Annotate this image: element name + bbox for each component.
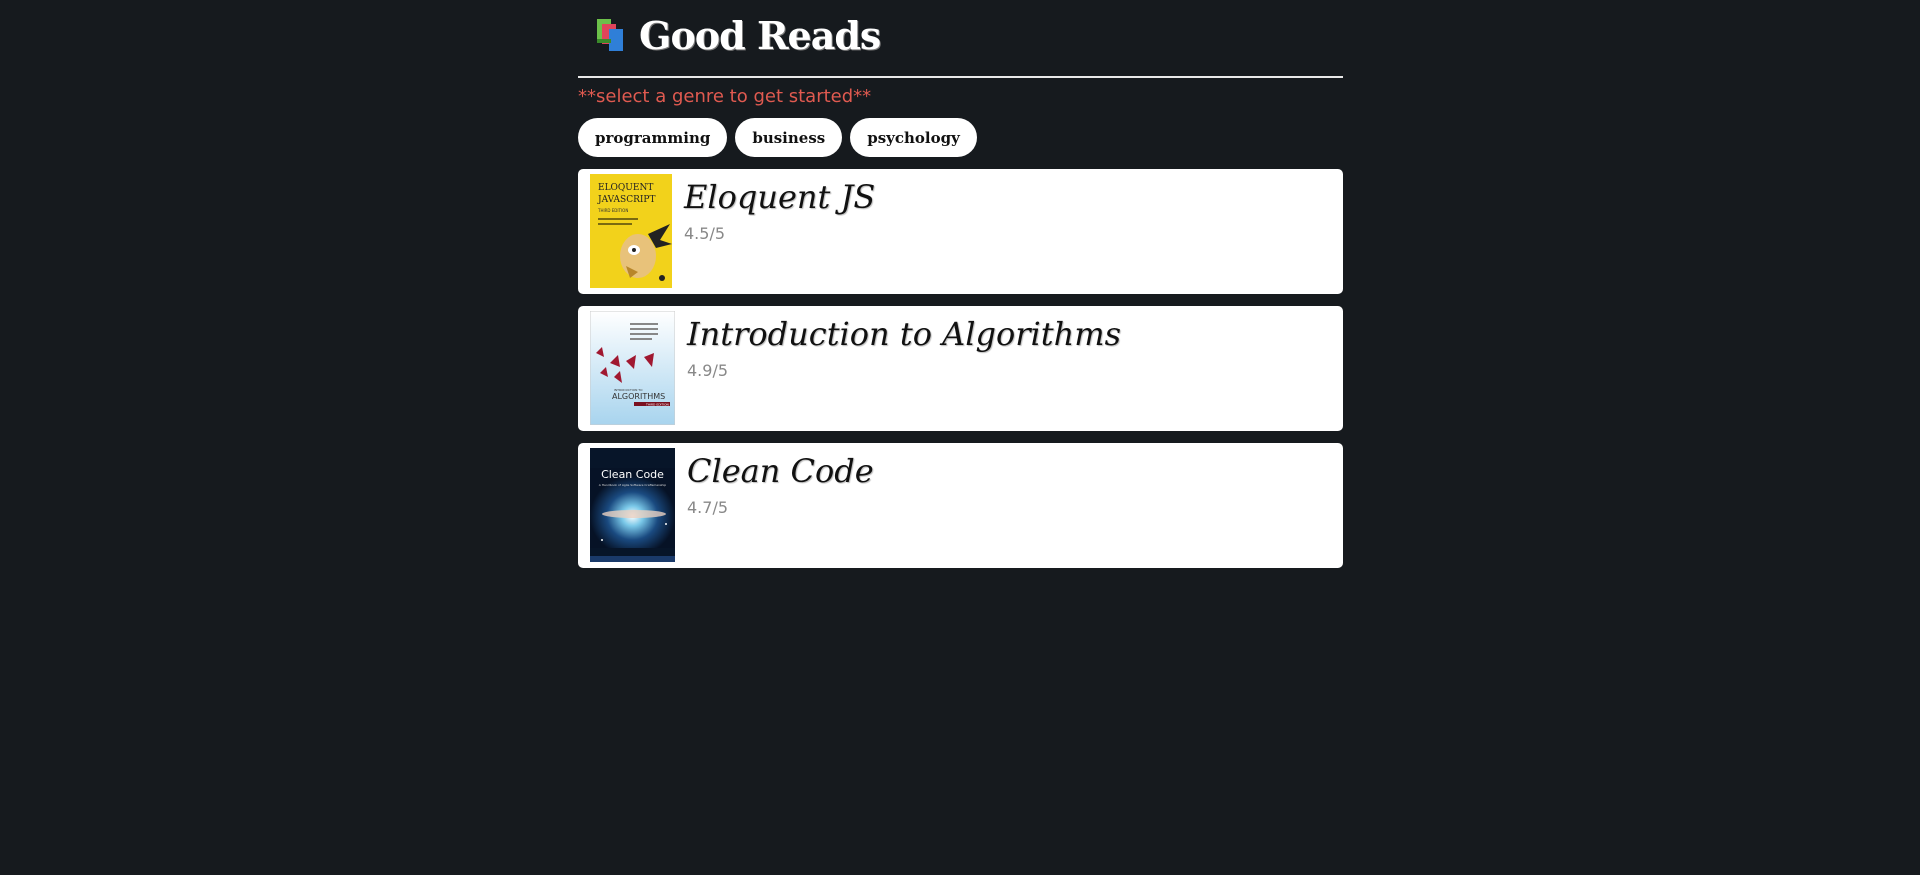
book-info: Eloquent JS 4.5/5 — [684, 174, 875, 289]
cover-subtitle: A Handbook of Agile Software Craftsmansh… — [599, 483, 666, 487]
book-rating: 4.5/5 — [684, 224, 726, 243]
book-title[interactable]: Clean Code — [687, 450, 874, 492]
books-icon — [597, 19, 623, 51]
genre-button-psychology[interactable]: psychology — [850, 118, 977, 157]
book-cover-image: INTRODUCTION TO ALGORITHMS THIRD EDITION — [590, 311, 675, 425]
book-cover-image: ELOQUENT JAVASCRIPT THIRD EDITION — [590, 174, 672, 288]
genre-button-business[interactable]: business — [735, 118, 843, 157]
book-info: Introduction to Algorithms 4.9/5 — [687, 311, 1121, 426]
book-rating: 4.9/5 — [687, 361, 729, 380]
book-card[interactable]: Clean Code A Handbook of Agile Software … — [578, 443, 1343, 568]
book-title[interactable]: Introduction to Algorithms — [687, 313, 1121, 355]
genre-list: programming business psychology — [578, 118, 1343, 157]
app-header: Good Reads — [578, 0, 1343, 78]
book-title[interactable]: Eloquent JS — [684, 176, 875, 218]
book-list: ELOQUENT JAVASCRIPT THIRD EDITION Eloque… — [578, 169, 1343, 568]
book-cover-image: Clean Code A Handbook of Agile Software … — [590, 448, 675, 562]
book-info: Clean Code 4.7/5 — [687, 448, 874, 563]
cover-title-line2: JAVASCRIPT — [597, 195, 656, 205]
app-title[interactable]: Good Reads — [639, 13, 881, 58]
genre-hint: **select a genre to get started** — [578, 86, 872, 107]
cover-edition: THIRD EDITION — [597, 208, 628, 213]
genre-button-programming[interactable]: programming — [578, 118, 728, 157]
book-rating: 4.7/5 — [687, 498, 729, 517]
cover-edition: THIRD EDITION — [645, 403, 669, 407]
cover-title-line1: ELOQUENT — [598, 183, 653, 193]
book-card[interactable]: ELOQUENT JAVASCRIPT THIRD EDITION Eloque… — [578, 169, 1343, 294]
cover-title: Clean Code — [601, 468, 664, 481]
book-card[interactable]: INTRODUCTION TO ALGORITHMS THIRD EDITION… — [578, 306, 1343, 431]
page-container: Good Reads **select a genre to get start… — [578, 0, 1343, 580]
cover-title: ALGORITHMS — [612, 392, 665, 401]
